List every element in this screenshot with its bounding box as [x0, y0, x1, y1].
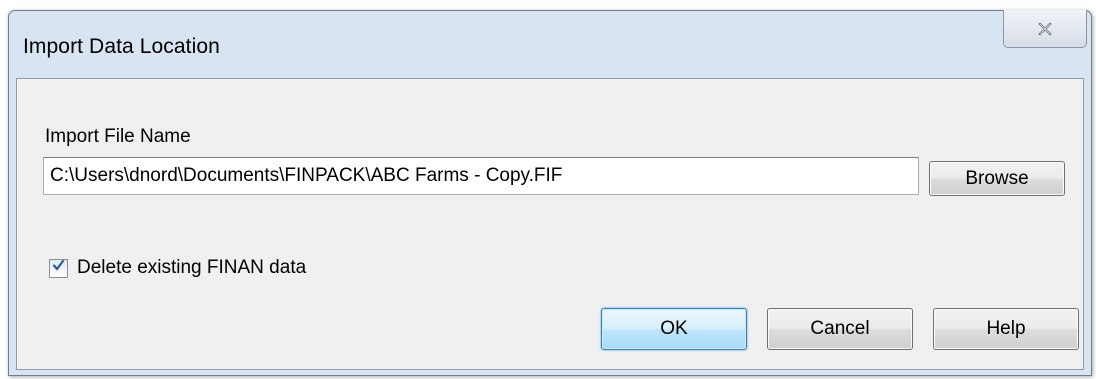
- delete-existing-data-option[interactable]: Delete existing FINAN data: [49, 256, 306, 280]
- window-title: Import Data Location: [23, 35, 220, 58]
- import-data-location-dialog: Import Data Location Import File Name C:…: [8, 10, 1092, 376]
- title-bar[interactable]: Import Data Location: [9, 10, 1091, 75]
- import-file-path-input[interactable]: C:\Users\dnord\Documents\FINPACK\ABC Far…: [43, 157, 919, 195]
- dialog-body: Import File Name C:\Users\dnord\Document…: [16, 78, 1084, 370]
- close-button[interactable]: [1003, 10, 1087, 48]
- ok-button[interactable]: OK: [601, 308, 747, 350]
- close-icon: [1037, 21, 1053, 36]
- cancel-button[interactable]: Cancel: [767, 308, 913, 350]
- delete-existing-data-checkbox[interactable]: [49, 258, 68, 278]
- delete-existing-data-label: Delete existing FINAN data: [77, 257, 307, 278]
- checkmark-icon: [52, 259, 65, 277]
- browse-button[interactable]: Browse: [929, 161, 1065, 196]
- import-file-name-label: Import File Name: [45, 126, 191, 147]
- help-button[interactable]: Help: [933, 308, 1079, 350]
